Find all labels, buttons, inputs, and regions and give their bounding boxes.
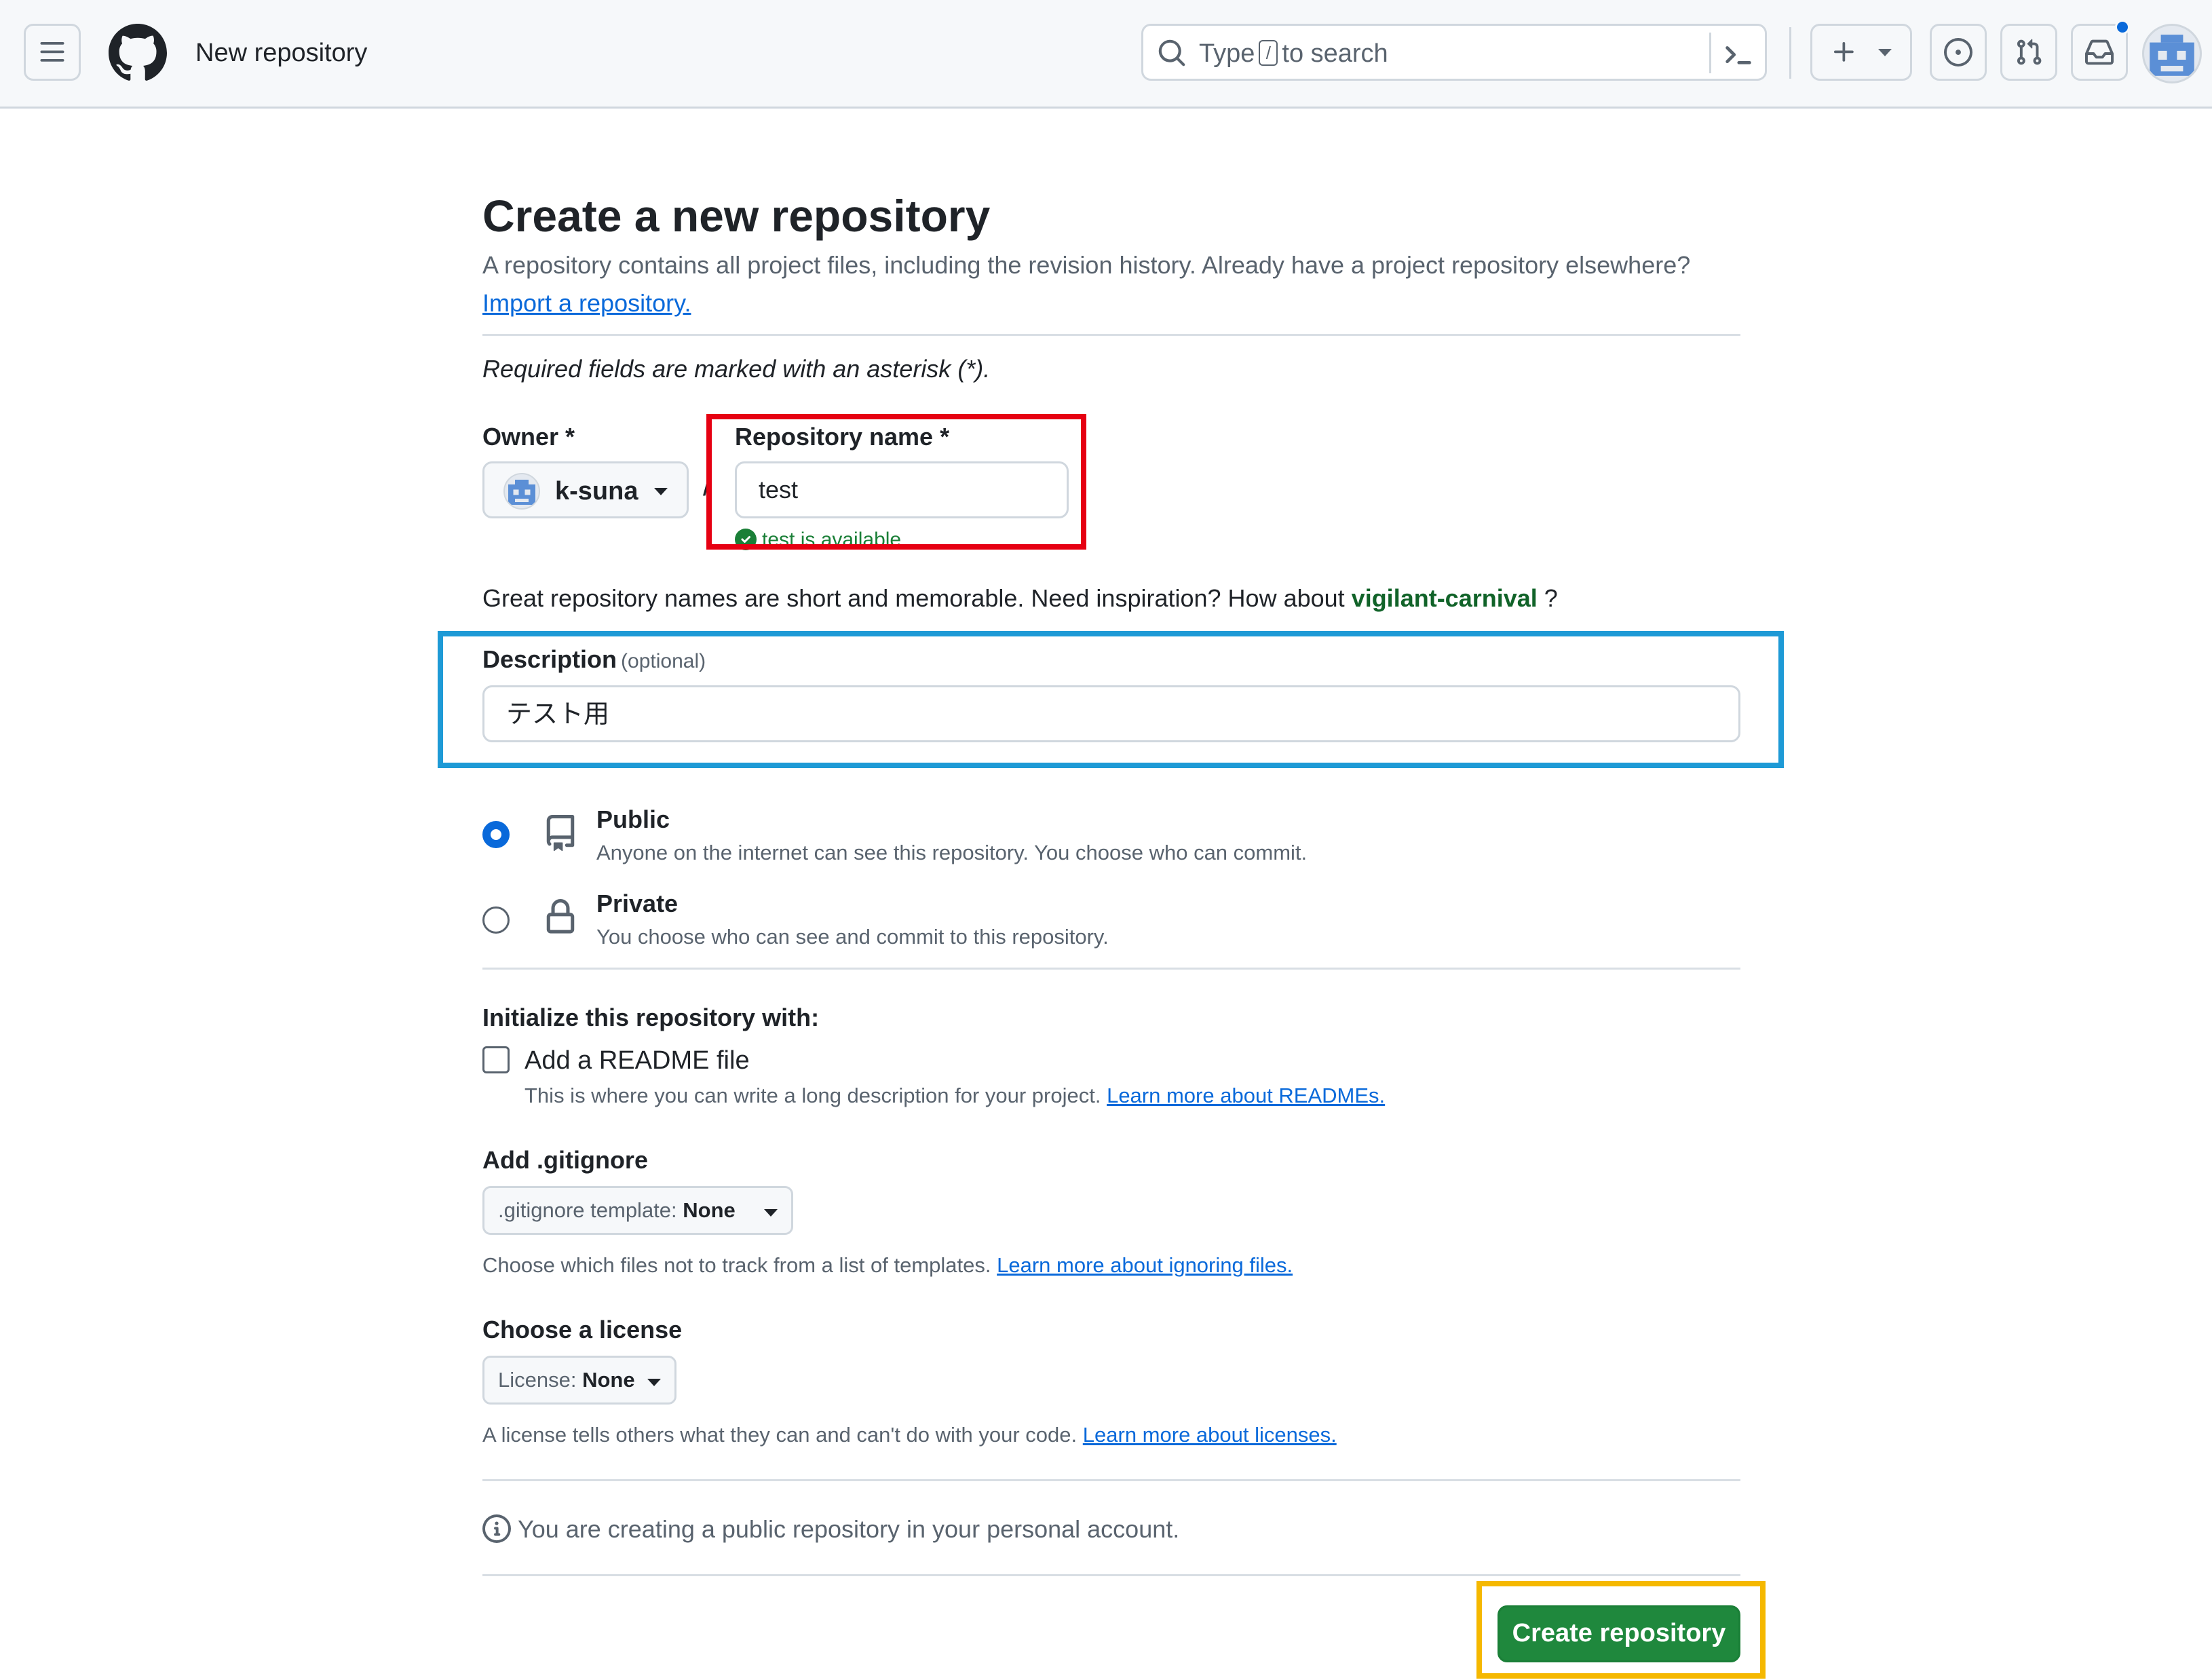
private-radio[interactable] <box>482 906 510 934</box>
menu-button[interactable] <box>24 24 81 81</box>
private-option-description: You choose who can see and commit to thi… <box>596 925 1109 949</box>
create-new-button[interactable] <box>1810 24 1912 81</box>
triangle-down-icon <box>1878 48 1892 56</box>
divider <box>482 968 1740 970</box>
hamburger-icon <box>40 42 64 62</box>
license-help-text: A license tells others what they can and… <box>482 1423 1337 1447</box>
learn-more-licenses-link[interactable]: Learn more about licenses. <box>1083 1423 1337 1447</box>
intro-text: A repository contains all project files,… <box>482 251 1691 279</box>
triangle-down-icon <box>647 1379 661 1386</box>
owner-avatar <box>503 473 540 510</box>
identicon-avatar-icon <box>508 480 535 505</box>
readme-help-text: This is where you can write a long descr… <box>525 1084 1386 1107</box>
gitignore-heading: Add .gitignore <box>482 1146 648 1174</box>
issues-icon <box>1944 38 1972 66</box>
command-palette-icon[interactable] <box>1721 37 1755 71</box>
divider <box>482 1479 1740 1481</box>
gitignore-template-dropdown[interactable]: .gitignore template: None <box>482 1186 793 1235</box>
page-title: Create a new repository <box>482 191 991 241</box>
plus-icon <box>1834 42 1854 62</box>
inbox-icon <box>2085 39 2114 65</box>
description-highlight-box <box>438 631 1784 768</box>
owner-dropdown[interactable]: k-suna <box>482 461 689 518</box>
license-dropdown[interactable]: License: None <box>482 1356 676 1405</box>
page-context-title[interactable]: New repository <box>195 35 367 71</box>
repository-name-highlight-box <box>706 414 1086 550</box>
search-placeholder: Type / to search <box>1199 39 1388 68</box>
issues-button[interactable] <box>1930 24 1987 81</box>
learn-more-readmes-link[interactable]: Learn more about READMEs. <box>1107 1084 1385 1107</box>
unread-notification-dot <box>2115 20 2130 35</box>
public-radio[interactable] <box>482 821 510 848</box>
search-icon <box>1158 39 1185 66</box>
add-readme-label[interactable]: Add a README file <box>525 1044 750 1077</box>
toolbar-divider <box>1789 27 1791 79</box>
create-button-highlight-box <box>1476 1581 1766 1679</box>
repo-icon <box>546 815 575 852</box>
name-inspiration-text: Great repository names are short and mem… <box>482 584 1558 612</box>
license-heading: Choose a license <box>482 1316 683 1343</box>
divider <box>482 334 1740 336</box>
owner-label: Owner * <box>482 423 575 451</box>
slash-key-hint: / <box>1259 40 1278 66</box>
identicon-avatar-icon <box>2150 35 2194 76</box>
triangle-down-icon <box>654 488 668 495</box>
private-option-title: Private <box>596 890 679 917</box>
public-option-title: Public <box>596 805 670 833</box>
top-navigation-bar: New repository Type / to search <box>0 0 2212 109</box>
initialize-heading: Initialize this repository with: <box>482 1004 820 1031</box>
suggested-name-link[interactable]: vigilant-carnival <box>1352 584 1538 612</box>
user-avatar[interactable] <box>2142 24 2202 83</box>
required-fields-note: Required fields are marked with an aster… <box>482 355 991 383</box>
search-box[interactable]: Type / to search <box>1141 24 1767 81</box>
pull-request-icon <box>2017 39 2042 65</box>
public-option-description: Anyone on the internet can see this repo… <box>596 841 1308 864</box>
import-repository-link[interactable]: Import a repository. <box>482 288 691 319</box>
pull-requests-button[interactable] <box>2000 24 2057 81</box>
search-divider <box>1709 33 1711 73</box>
add-readme-checkbox[interactable] <box>482 1046 510 1073</box>
triangle-down-icon <box>764 1209 778 1217</box>
visibility-info-note: You are creating a public repository in … <box>482 1513 1179 1546</box>
github-logo[interactable] <box>109 24 167 82</box>
divider <box>482 1574 1740 1576</box>
owner-name: k-suna <box>555 477 638 505</box>
lock-icon <box>546 899 575 934</box>
learn-more-ignoring-files-link[interactable]: Learn more about ignoring files. <box>997 1253 1293 1277</box>
gitignore-help-text: Choose which files not to track from a l… <box>482 1253 1293 1277</box>
info-icon <box>482 1514 511 1543</box>
